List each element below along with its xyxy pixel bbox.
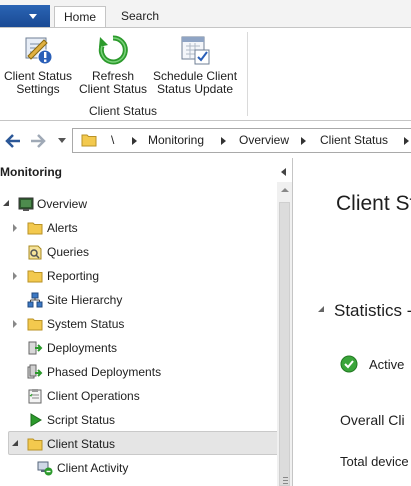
page-title: Client St bbox=[336, 192, 411, 215]
tree-item-label: Site Hierarchy bbox=[47, 293, 123, 307]
schedule-client-status-update-button[interactable]: Schedule Client Status Update bbox=[152, 34, 238, 96]
folder-icon bbox=[27, 318, 43, 331]
collapse-pane-icon[interactable] bbox=[281, 168, 286, 176]
tree-item-overview[interactable]: Overview bbox=[0, 192, 275, 216]
pane-title: Monitoring bbox=[0, 165, 62, 179]
folder-icon bbox=[27, 438, 43, 451]
ribbon: Client Status Settings Refresh Client St… bbox=[0, 27, 411, 121]
expanded-arrow-icon[interactable] bbox=[318, 306, 324, 312]
breadcrumb-separator-icon[interactable] bbox=[221, 137, 226, 145]
ribbon-group-label: Client Status bbox=[88, 104, 158, 118]
folder-icon bbox=[81, 134, 97, 147]
dropdown-arrow-icon bbox=[29, 14, 37, 19]
deployments-icon bbox=[28, 341, 43, 355]
site-hierarchy-icon bbox=[27, 292, 43, 308]
scrollbar-thumb[interactable] bbox=[279, 202, 290, 486]
tree-item-label: Client Status bbox=[47, 437, 116, 451]
refresh-icon bbox=[98, 35, 128, 65]
queries-icon bbox=[28, 245, 42, 260]
tree-item-client-operations[interactable]: Client Operations bbox=[0, 384, 275, 408]
client-operations-icon bbox=[28, 389, 42, 404]
tree-item-queries[interactable]: Queries bbox=[0, 240, 275, 264]
grip-icon bbox=[283, 477, 288, 484]
breadcrumb-separator-icon[interactable] bbox=[301, 137, 306, 145]
total-devices-label: Total device bbox=[340, 454, 409, 469]
statistics-section-title: Statistics - bbox=[334, 301, 411, 320]
refresh-label-2: Client Status bbox=[78, 82, 148, 96]
file-menu-button[interactable] bbox=[0, 5, 50, 27]
breadcrumb-monitoring[interactable]: Monitoring bbox=[148, 133, 204, 147]
overall-label: Overall Cli bbox=[340, 412, 405, 428]
collapsed-arrow-icon[interactable] bbox=[13, 320, 17, 328]
breadcrumb-overview[interactable]: Overview bbox=[239, 133, 289, 147]
tree-item-label: Queries bbox=[47, 245, 90, 259]
expanded-arrow-icon[interactable] bbox=[3, 200, 9, 206]
tree-item-deployments[interactable]: Deployments bbox=[0, 336, 275, 360]
tree-item-script-status[interactable]: Script Status bbox=[0, 408, 275, 432]
tree-item-reporting[interactable]: Reporting bbox=[0, 264, 275, 288]
breadcrumb[interactable]: \ Monitoring Overview Client Status bbox=[72, 128, 411, 153]
overview-icon bbox=[18, 197, 34, 211]
tree-item-site-hierarchy[interactable]: Site Hierarchy bbox=[0, 288, 275, 312]
tree-item-client-status[interactable]: Client Status bbox=[8, 431, 281, 455]
content-pane: Client St Statistics - Active Overall Cl… bbox=[296, 158, 411, 486]
navigation-bar: \ Monitoring Overview Client Status bbox=[0, 126, 411, 156]
tree-item-label: Overview bbox=[37, 197, 88, 211]
client-status-settings-button[interactable]: Client Status Settings bbox=[3, 34, 73, 96]
client-activity-icon bbox=[37, 461, 53, 476]
check-circle-icon bbox=[340, 355, 358, 373]
folder-icon bbox=[27, 222, 43, 235]
tree-item-alerts[interactable]: Alerts bbox=[0, 216, 275, 240]
navigation-pane: Monitoring Overview Alerts Queries Repor… bbox=[0, 158, 293, 486]
refresh-client-status-button[interactable]: Refresh Client Status bbox=[78, 34, 148, 96]
ribbon-group-separator bbox=[247, 32, 248, 116]
schedule-update-icon bbox=[181, 36, 210, 65]
client-status-settings-label-2: Settings bbox=[16, 82, 60, 96]
tree-item-label: Script Status bbox=[47, 413, 116, 427]
expanded-arrow-icon[interactable] bbox=[12, 440, 18, 446]
breadcrumb-separator-icon[interactable] bbox=[404, 137, 409, 145]
folder-icon bbox=[27, 270, 43, 283]
breadcrumb-separator-icon[interactable] bbox=[132, 137, 137, 145]
tab-search[interactable]: Search bbox=[112, 6, 168, 28]
history-dropdown-icon[interactable] bbox=[58, 138, 66, 143]
client-status-settings-icon bbox=[25, 37, 53, 65]
tree-item-label: Deployments bbox=[47, 341, 118, 355]
breadcrumb-client-status[interactable]: Client Status bbox=[320, 133, 388, 147]
breadcrumb-root[interactable]: \ bbox=[111, 133, 114, 147]
tree-item-label: Reporting bbox=[47, 269, 100, 283]
schedule-label-2: Status Update bbox=[156, 82, 234, 96]
collapsed-arrow-icon[interactable] bbox=[13, 224, 17, 232]
active-label: Active bbox=[369, 357, 405, 372]
tree-item-phased-deployments[interactable]: Phased Deployments bbox=[0, 360, 275, 384]
tab-home[interactable]: Home bbox=[54, 6, 107, 28]
nav-scrollbar[interactable] bbox=[277, 182, 292, 486]
forward-arrow-icon[interactable] bbox=[27, 129, 49, 153]
scroll-up-icon[interactable] bbox=[281, 188, 289, 192]
collapsed-arrow-icon[interactable] bbox=[13, 272, 17, 280]
tree-item-label: Phased Deployments bbox=[47, 365, 162, 379]
script-status-icon bbox=[30, 413, 42, 427]
tree-item-label: System Status bbox=[47, 317, 125, 331]
back-arrow-icon[interactable] bbox=[2, 129, 24, 153]
tree-item-client-activity[interactable]: Client Activity bbox=[0, 456, 275, 480]
tree-item-label: Alerts bbox=[47, 221, 78, 235]
ribbon-tab-strip: Home Search bbox=[0, 0, 411, 28]
tree-item-label: Client Operations bbox=[47, 389, 140, 403]
tree-item-system-status[interactable]: System Status bbox=[0, 312, 275, 336]
phased-deployments-icon bbox=[27, 364, 43, 379]
tree-item-label: Client Activity bbox=[57, 461, 129, 475]
